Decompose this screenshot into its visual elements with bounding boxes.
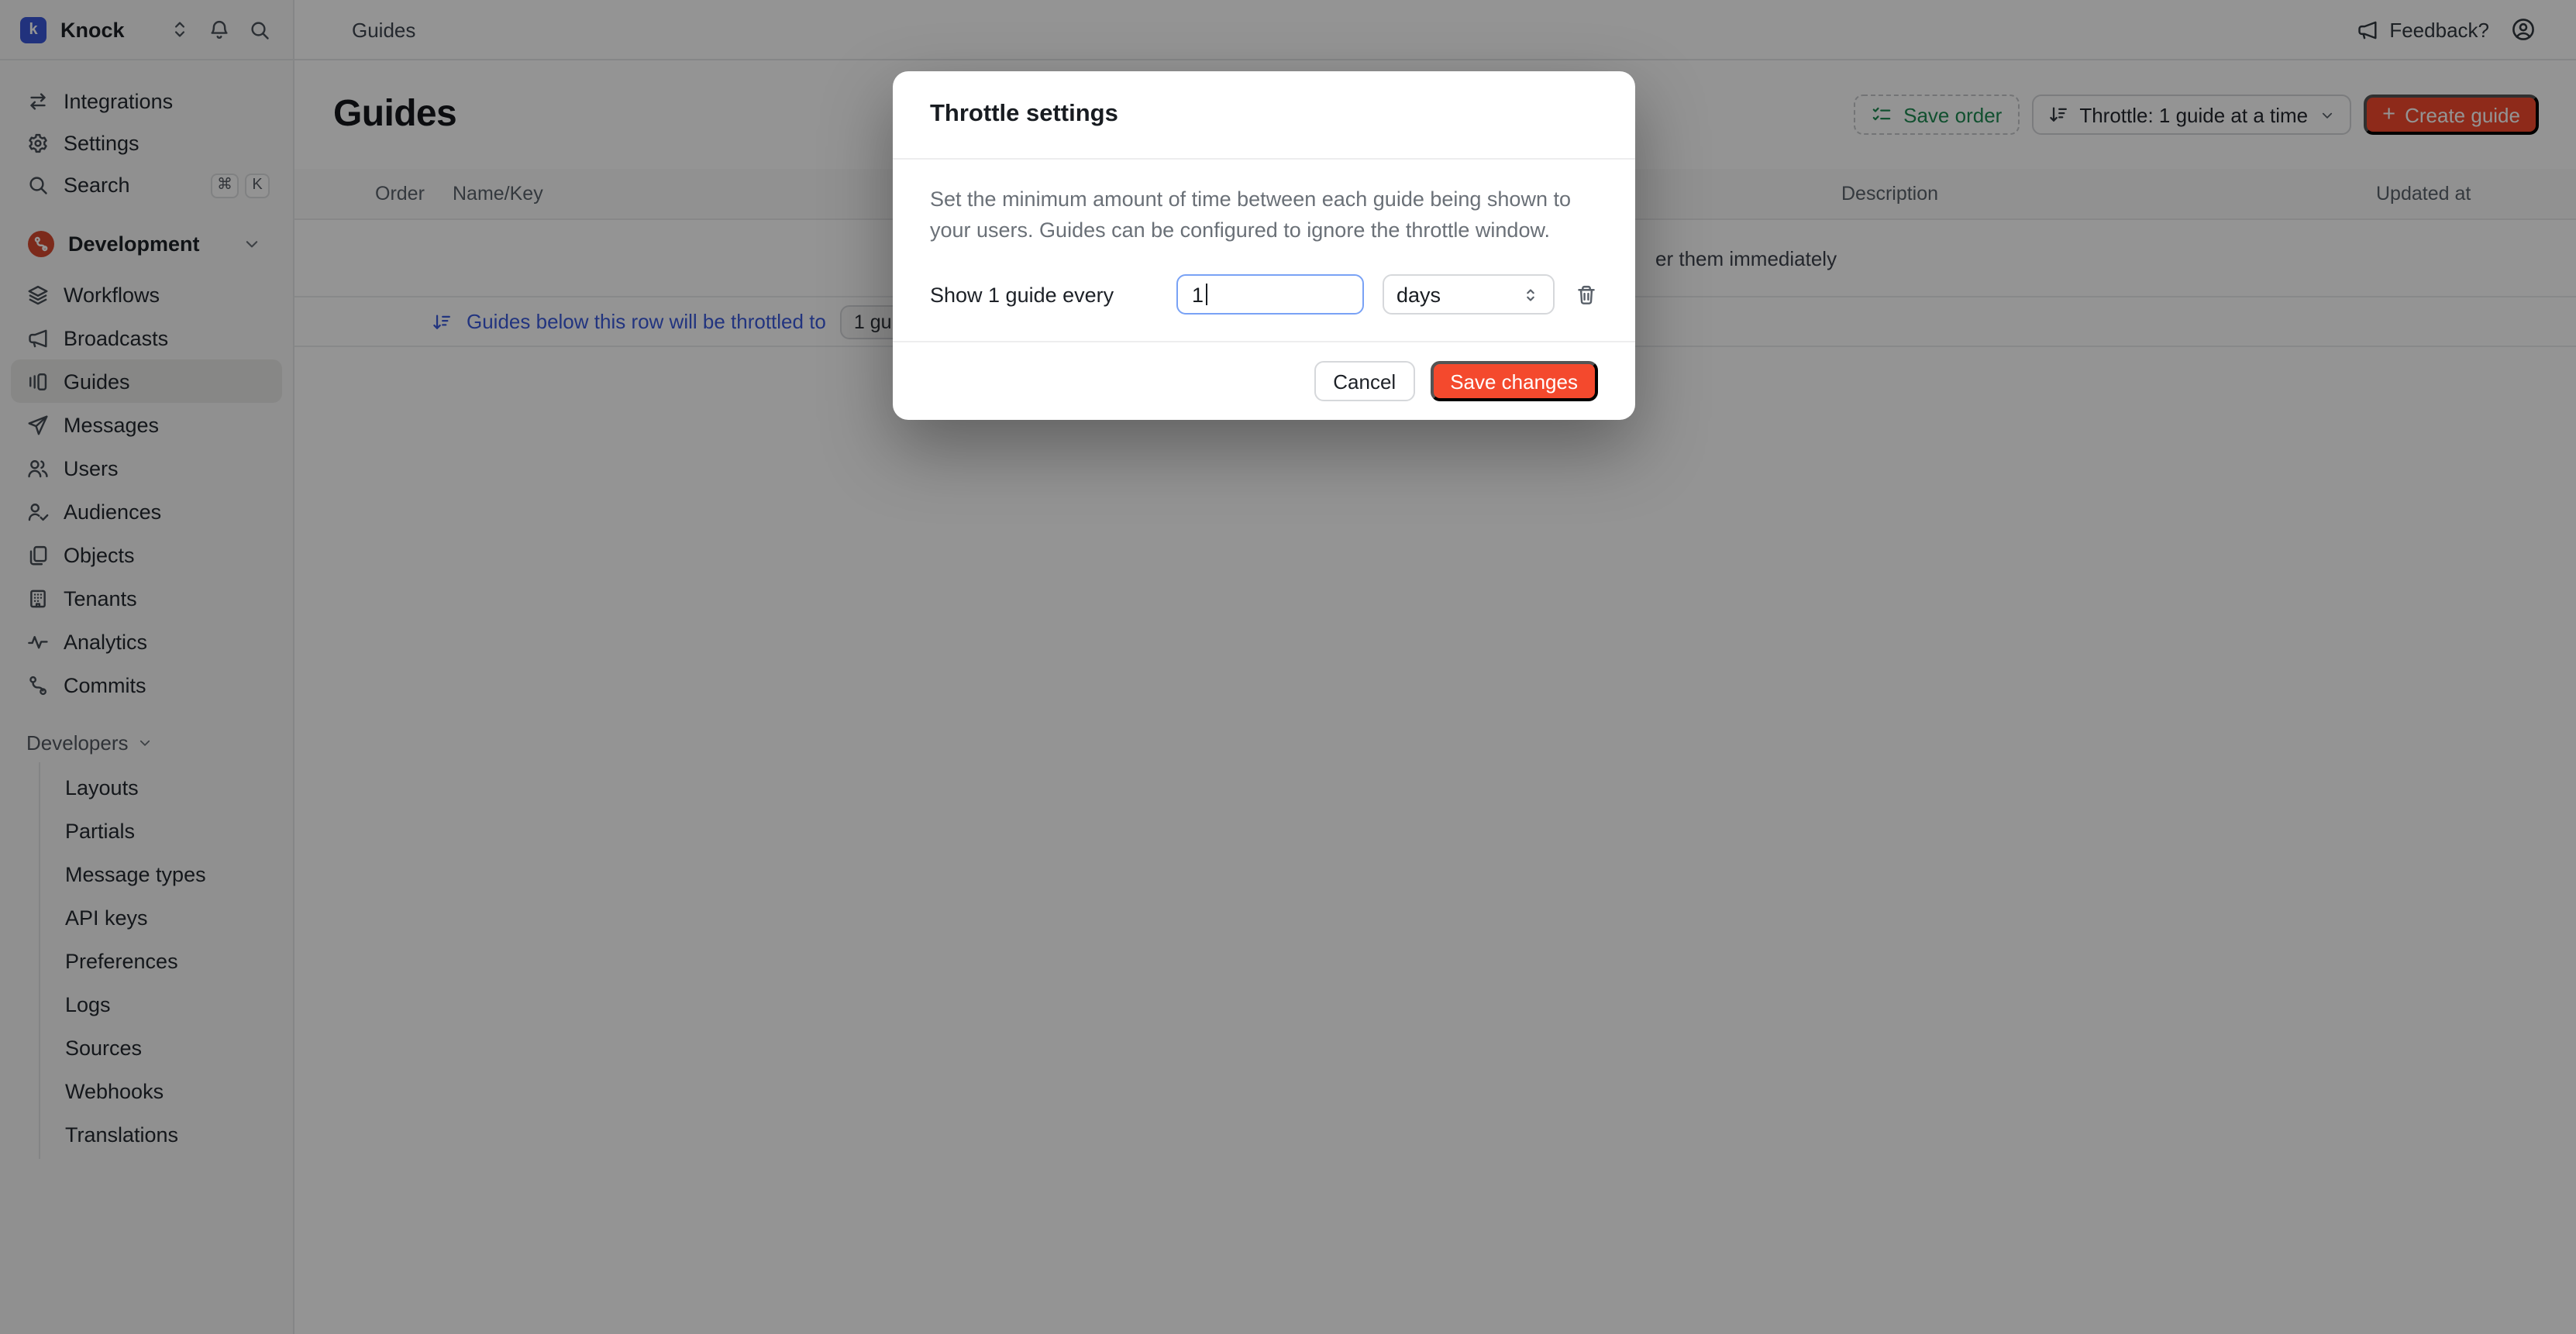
- select-stepper-icon: [1520, 284, 1541, 304]
- throttle-settings-modal: Throttle settings Set the minimum amount…: [893, 71, 1635, 420]
- interval-value-input[interactable]: 1: [1176, 274, 1364, 315]
- save-changes-button[interactable]: Save changes: [1430, 361, 1598, 401]
- remove-throttle-button[interactable]: [1575, 283, 1598, 306]
- cancel-button[interactable]: Cancel: [1314, 361, 1414, 401]
- interval-label: Show 1 guide every: [930, 283, 1176, 306]
- interval-value: 1: [1192, 283, 1204, 306]
- text-caret: [1205, 284, 1207, 305]
- modal-title: Throttle settings: [893, 71, 1635, 160]
- app-root: k Knock IntegrationsSettingsSearch⌘K Dev…: [0, 0, 2576, 1334]
- modal-description: Set the minimum amount of time between e…: [930, 184, 1598, 246]
- interval-unit-value: days: [1396, 283, 1441, 306]
- interval-unit-select[interactable]: days: [1383, 274, 1555, 315]
